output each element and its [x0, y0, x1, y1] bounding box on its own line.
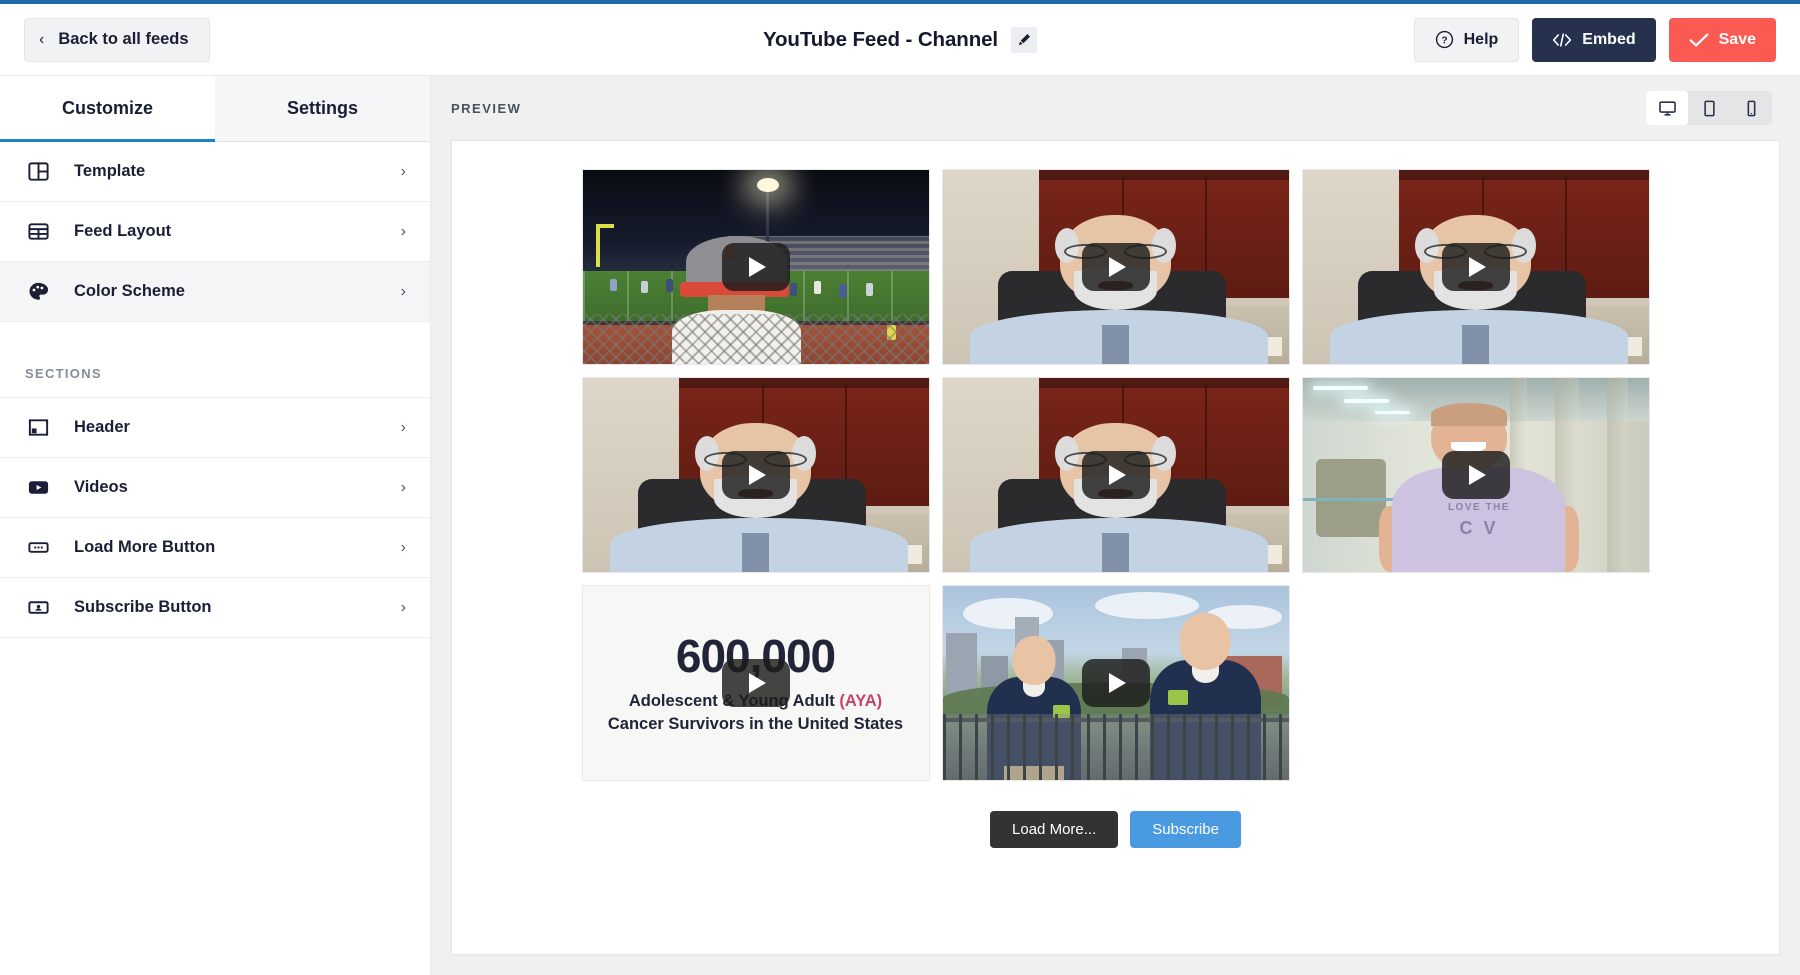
infographic-aya-text: (AYA): [839, 691, 883, 710]
tab-customize[interactable]: Customize: [0, 76, 215, 142]
sidebar-item-feed-layout[interactable]: Feed Layout ›: [0, 202, 430, 262]
sidebar-item-color-scheme-label: Color Scheme: [74, 282, 185, 300]
preview-label: PREVIEW: [451, 100, 522, 116]
sidebar-primary-list: Template › Feed Layout › Color Scheme ›: [0, 142, 430, 322]
play-button-icon[interactable]: [1081, 451, 1150, 499]
sidebar-item-load-more-button-label: Load More Button: [74, 538, 216, 556]
pencil-icon: [1018, 33, 1030, 46]
video-thumbnail[interactable]: [581, 377, 930, 573]
question-circle-icon: ?: [1435, 30, 1453, 49]
play-button-icon[interactable]: [1441, 243, 1510, 291]
grid-layout-icon: [25, 219, 51, 245]
save-button[interactable]: Save: [1668, 17, 1776, 62]
palette-icon: [25, 279, 51, 305]
header-block-icon: [25, 415, 51, 441]
sidebar-item-template[interactable]: Template ›: [0, 142, 430, 202]
mobile-view-button[interactable]: [1730, 91, 1772, 125]
monitor-icon: [1658, 100, 1676, 116]
tablet-view-button[interactable]: [1688, 91, 1730, 125]
video-thumbnail[interactable]: [941, 585, 1290, 781]
tablet-icon: [1703, 100, 1715, 116]
back-to-all-feeds-button[interactable]: ‹ Back to all feeds: [24, 17, 210, 62]
top-bar: ‹ Back to all feeds YouTube Feed - Chann…: [0, 4, 1800, 76]
feed-preview-card: R: [451, 140, 1780, 955]
help-button[interactable]: ? Help: [1413, 17, 1520, 62]
load-more-icon: [25, 535, 51, 561]
tab-customize-label: Customize: [61, 98, 153, 118]
sidebar: Customize Settings Template › Feed Layou…: [0, 76, 431, 975]
load-more-button[interactable]: Load More...: [990, 811, 1119, 848]
sidebar-item-subscribe-button[interactable]: Subscribe Button ›: [0, 578, 430, 638]
sidebar-item-template-label: Template: [74, 162, 146, 180]
sidebar-item-color-scheme[interactable]: Color Scheme ›: [0, 262, 430, 322]
infographic-line-2: Cancer Survivors in the United States: [607, 714, 904, 733]
sidebar-item-feed-layout-label: Feed Layout: [74, 222, 172, 240]
shirt-text-top: LOVE THE: [1447, 502, 1510, 514]
chevron-right-icon: ›: [400, 162, 406, 180]
template-layout-icon: [25, 159, 51, 185]
subscribe-button[interactable]: Subscribe: [1130, 811, 1241, 848]
code-icon: [1553, 32, 1572, 47]
page-title: YouTube Feed - Channel: [762, 27, 999, 51]
check-icon: [1689, 33, 1709, 47]
svg-text:?: ?: [1441, 35, 1447, 46]
sidebar-sections-list: Header › Videos › Load More Button › Sub…: [0, 397, 430, 638]
device-toggle-group: [1646, 91, 1772, 125]
preview-pane: PREVIEW LOVE THE C V 600,000 Adolescent …: [431, 76, 1800, 975]
play-button-icon[interactable]: [721, 659, 790, 707]
chevron-right-icon: ›: [400, 598, 406, 616]
play-button-icon[interactable]: [1081, 659, 1150, 707]
chevron-right-icon: ›: [400, 538, 406, 556]
video-thumbnail[interactable]: 600,000 Adolescent & Young Adult (AYA) C…: [581, 585, 930, 781]
sidebar-item-subscribe-button-label: Subscribe Button: [74, 598, 212, 616]
video-thumbnail[interactable]: [941, 169, 1290, 365]
edit-title-button[interactable]: [1011, 26, 1038, 53]
tab-settings-label: Settings: [286, 98, 358, 118]
youtube-play-icon: [25, 475, 51, 501]
chevron-right-icon: ›: [400, 282, 406, 300]
chevron-right-icon: ›: [400, 418, 406, 436]
chevron-right-icon: ›: [400, 478, 406, 496]
chevron-right-icon: ›: [400, 222, 406, 240]
main-area: Customize Settings Template › Feed Layou…: [0, 76, 1800, 975]
help-label: Help: [1463, 30, 1499, 48]
video-thumbnail[interactable]: [1301, 169, 1650, 365]
top-bar-actions: ? Help Embed Save: [1413, 17, 1776, 62]
preview-header: PREVIEW: [431, 76, 1800, 140]
video-thumbnail[interactable]: [941, 377, 1290, 573]
feed-footer: Load More... Subscribe: [452, 781, 1779, 894]
sidebar-item-videos[interactable]: Videos ›: [0, 458, 430, 518]
desktop-view-button[interactable]: [1646, 91, 1688, 125]
video-grid: R: [452, 169, 1779, 781]
shirt-text-bottom: C V: [1459, 517, 1499, 538]
back-to-all-feeds-label: Back to all feeds: [58, 30, 189, 48]
play-button-icon[interactable]: [721, 451, 790, 499]
sidebar-item-header[interactable]: Header ›: [0, 398, 430, 458]
play-button-icon[interactable]: [721, 243, 790, 291]
chevron-left-icon: ‹: [39, 30, 45, 48]
sidebar-item-header-label: Header: [74, 418, 130, 436]
embed-button[interactable]: Embed: [1532, 17, 1656, 62]
sections-heading: SECTIONS: [25, 366, 102, 381]
feed-customizer-app: ‹ Back to all feeds YouTube Feed - Chann…: [0, 0, 1800, 975]
play-button-icon[interactable]: [1081, 243, 1150, 291]
tab-settings[interactable]: Settings: [215, 76, 430, 141]
save-label: Save: [1718, 30, 1756, 48]
video-thumbnail[interactable]: LOVE THE C V: [1301, 377, 1650, 573]
sidebar-item-videos-label: Videos: [74, 478, 128, 496]
sidebar-tabs: Customize Settings: [0, 76, 430, 142]
subscribe-icon: [25, 595, 51, 621]
sidebar-item-load-more-button[interactable]: Load More Button ›: [0, 518, 430, 578]
video-thumbnail[interactable]: R: [581, 169, 930, 365]
mobile-icon: [1747, 100, 1755, 116]
play-button-icon[interactable]: [1441, 451, 1510, 499]
embed-label: Embed: [1582, 30, 1636, 48]
